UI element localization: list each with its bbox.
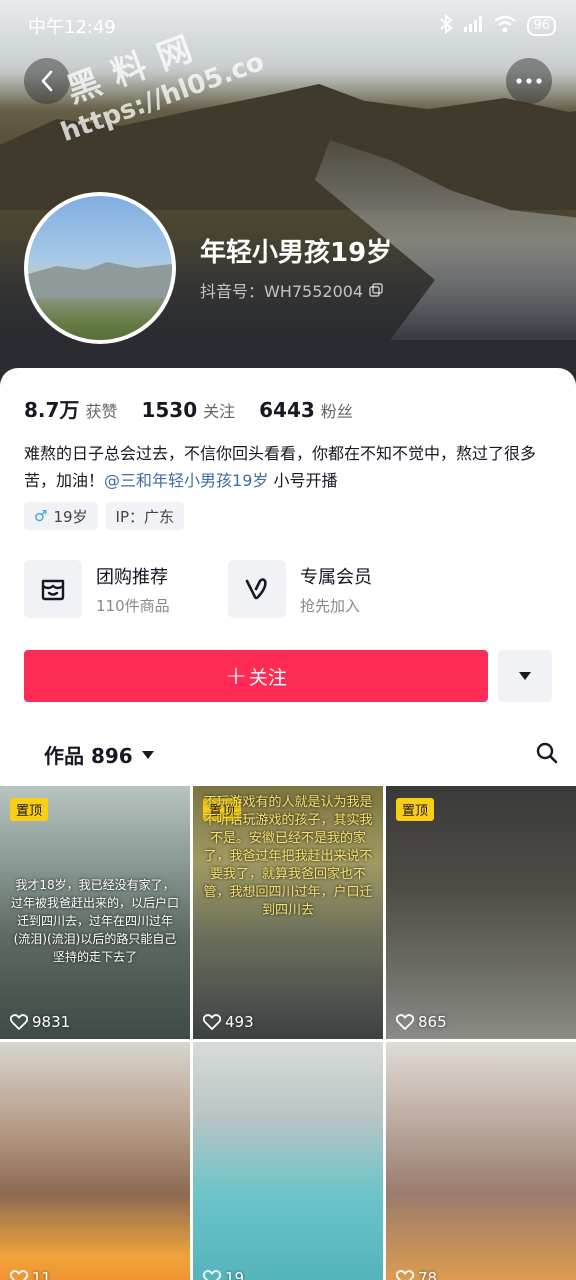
nickname: 年轻小男孩19岁 — [200, 238, 393, 268]
recommend-dropdown-button[interactable] — [498, 650, 552, 702]
follow-button[interactable]: + 关注 — [24, 650, 488, 702]
group-buy-entry[interactable]: 团购推荐 110件商品 — [24, 560, 192, 618]
vip-icon — [228, 560, 286, 618]
stat-following[interactable]: 1530 关注 — [141, 398, 235, 422]
stat-followers[interactable]: 6443 粉丝 — [259, 398, 353, 422]
bio: 难熬的日子总会过去，不信你回头看看，你都在不知不觉中，熬过了很多苦，加油！@三和… — [24, 444, 537, 490]
more-icon — [516, 78, 542, 84]
likes-count: 78 — [396, 1269, 437, 1280]
vip-entry[interactable]: 专属会员 抢先加入 — [228, 560, 396, 618]
heart-icon — [203, 1014, 221, 1030]
work-item[interactable]: 置顶 865 — [386, 786, 576, 1039]
search-button[interactable] — [536, 742, 558, 768]
search-icon — [536, 742, 558, 764]
heart-icon — [203, 1270, 221, 1280]
douyin-id-text: 抖音号：WH7552004 — [200, 282, 364, 301]
work-caption: 我才18岁，我已经没有家了，过年被我爸赶出来的，以后户口迁到四川去，过年在四川过… — [10, 878, 179, 964]
profile-card: 8.7万 获赞 1530 关注 6443 粉丝 难熬的日子总会过去，不信你回头看… — [0, 368, 576, 1280]
pinned-badge: 置顶 — [10, 798, 49, 821]
shop-icon — [24, 560, 82, 618]
likes-count: 865 — [396, 1013, 447, 1031]
works-grid: 置顶 我才18岁，我已经没有家了，过年被我爸赶出来的，以后户口迁到四川去，过年在… — [0, 786, 576, 1280]
services: 团购推荐 110件商品 专属会员 抢先加入 — [24, 560, 396, 618]
bio-mention-link[interactable]: @三和年轻小男孩19岁 — [104, 471, 268, 490]
copy-icon — [369, 283, 383, 297]
follow-row: + 关注 — [24, 650, 552, 702]
stats-row: 8.7万 获赞 1530 关注 6443 粉丝 — [24, 394, 353, 423]
signal-icon — [463, 15, 483, 38]
heart-icon — [396, 1270, 414, 1280]
tags: ♂ 19岁 IP：广东 — [24, 502, 185, 530]
wifi-icon — [493, 15, 517, 38]
avatar[interactable] — [24, 192, 176, 344]
work-item[interactable]: 置顶 我才18岁，我已经没有家了，过年被我爸赶出来的，以后户口迁到四川去，过年在… — [0, 786, 190, 1039]
likes-count: 11 — [10, 1269, 51, 1280]
heart-icon — [10, 1270, 28, 1280]
triangle-down-icon — [141, 750, 154, 759]
likes-count: 493 — [203, 1013, 254, 1031]
heart-icon — [10, 1014, 28, 1030]
work-item[interactable]: 11 — [0, 1042, 190, 1280]
age-tag: ♂ 19岁 — [24, 502, 98, 530]
battery-icon: 96 — [527, 16, 556, 36]
works-label: 作品 896 — [44, 744, 133, 768]
pinned-badge: 置顶 — [396, 798, 435, 821]
bluetooth-icon — [439, 13, 453, 39]
triangle-down-icon — [519, 672, 531, 680]
likes-count: 9831 — [10, 1013, 70, 1031]
work-item[interactable]: 78 — [386, 1042, 576, 1280]
work-caption: 不玩游戏有的人就是认为我是不听话玩游戏的孩子，其实我不是。安徽已经不是我的家了，… — [203, 795, 373, 918]
douyin-id[interactable]: 抖音号：WH7552004 — [200, 278, 383, 302]
work-item[interactable]: 19 — [193, 1042, 383, 1280]
plus-icon: + — [225, 661, 247, 691]
more-button[interactable] — [506, 58, 552, 104]
stat-likes[interactable]: 8.7万 获赞 — [24, 394, 117, 423]
works-tab[interactable]: 作品 896 — [44, 740, 155, 769]
likes-count: 19 — [203, 1269, 244, 1280]
male-icon: ♂ — [34, 507, 48, 525]
work-item[interactable]: 置顶 不玩游戏有的人就是认为我是不听话玩游戏的孩子，其实我不是。安徽已经不是我的… — [193, 786, 383, 1039]
heart-icon — [396, 1014, 414, 1030]
ip-tag: IP：广东 — [105, 502, 185, 530]
